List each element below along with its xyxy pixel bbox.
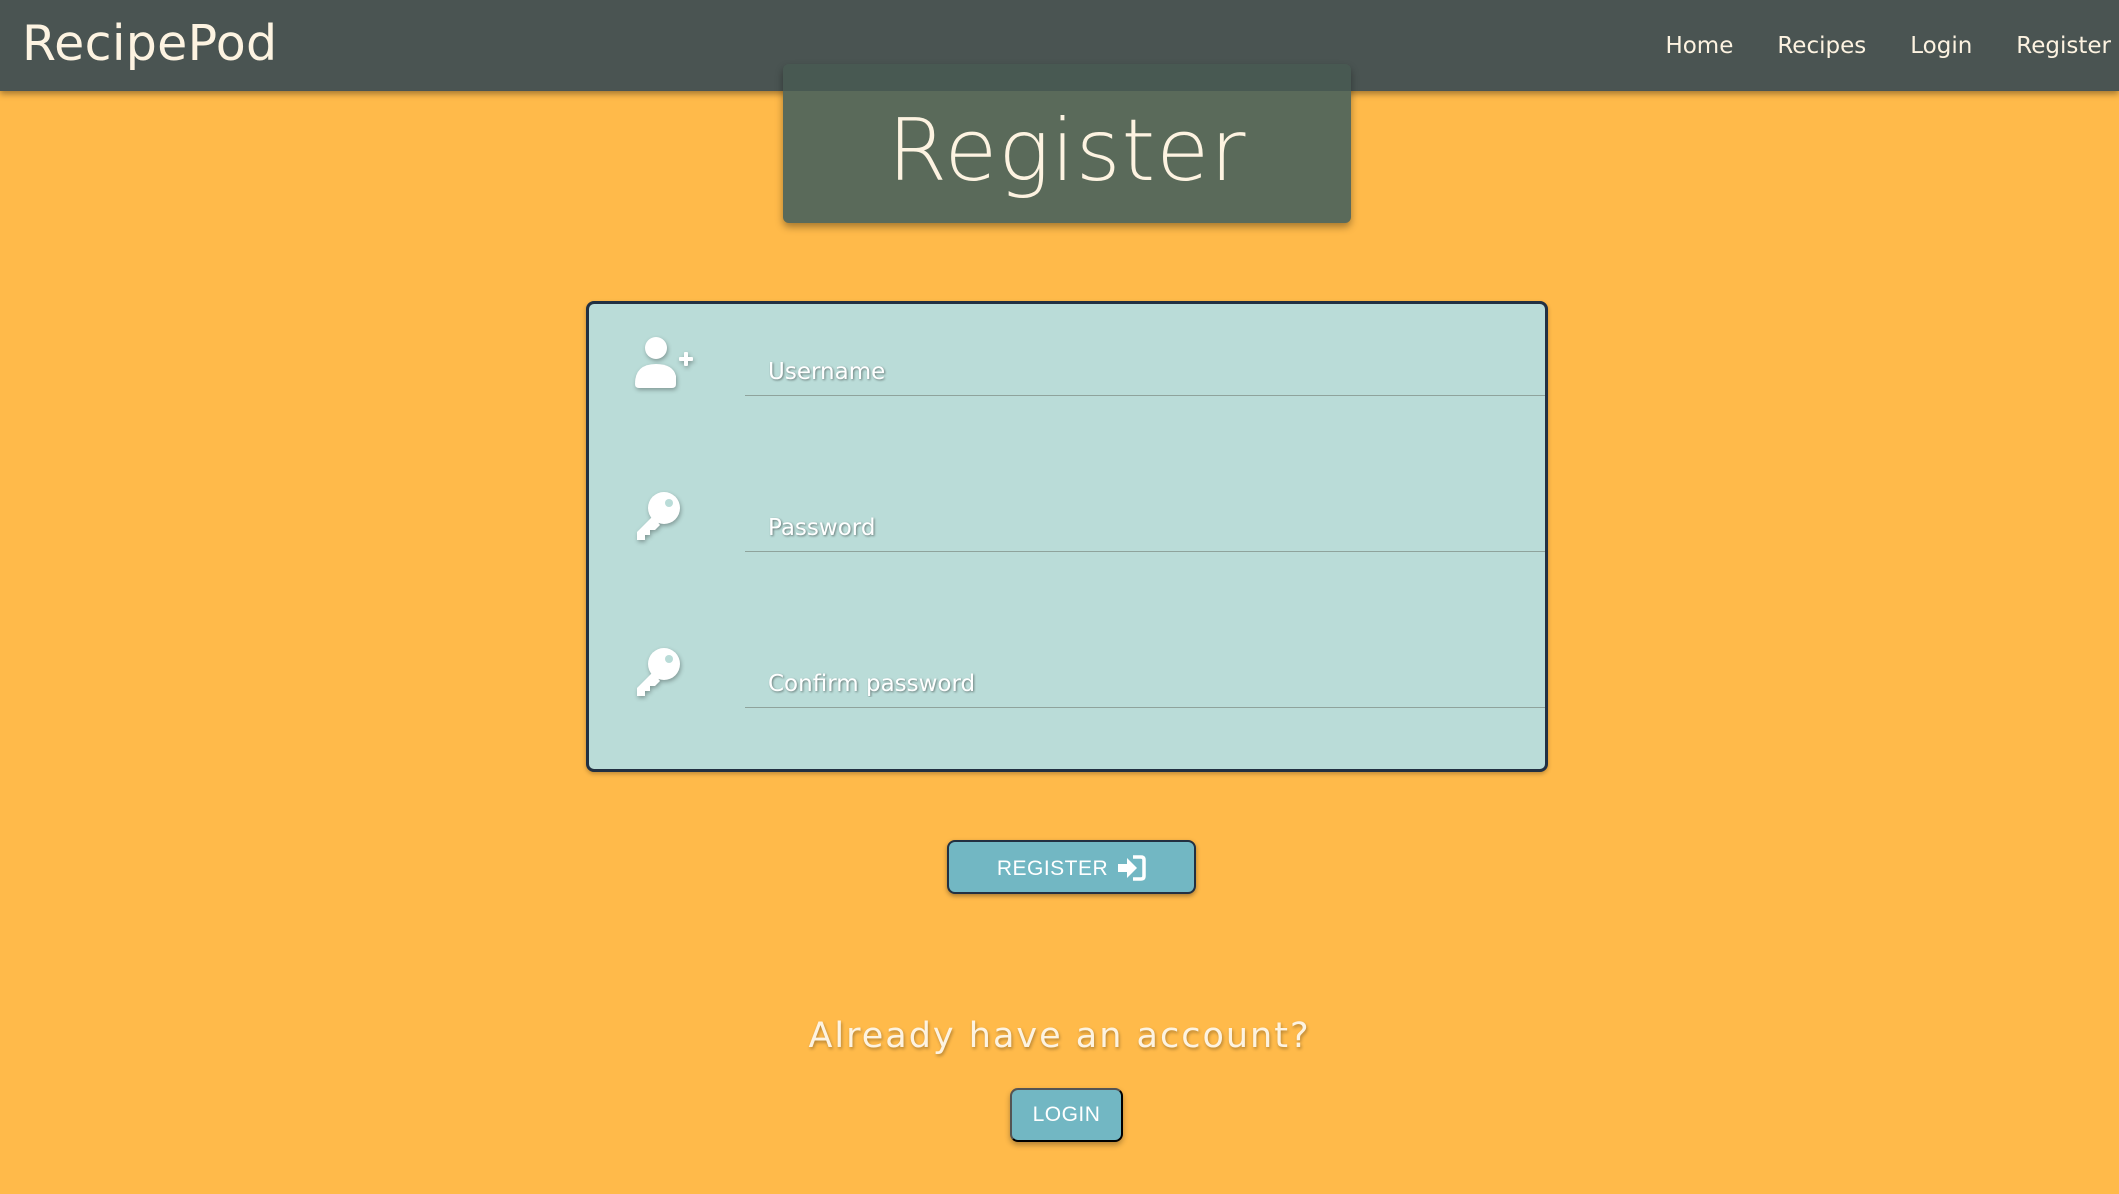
- nav-links: Home Recipes Login Register: [1621, 0, 2111, 91]
- confirm-password-field-group: [633, 646, 1545, 716]
- register-button[interactable]: REGISTER: [947, 840, 1196, 894]
- brand-logo[interactable]: RecipePod: [22, 16, 277, 72]
- page-title-box: Register: [783, 64, 1351, 223]
- nav-link-recipes[interactable]: Recipes: [1777, 33, 1866, 59]
- password-input[interactable]: [745, 504, 1545, 552]
- register-button-label: REGISTER: [996, 857, 1109, 880]
- sign-in-icon: [1118, 855, 1146, 881]
- login-button[interactable]: LOGIN: [1010, 1088, 1123, 1142]
- username-input[interactable]: [745, 348, 1545, 396]
- key-icon: [633, 490, 695, 546]
- login-button-label: LOGIN: [1032, 1103, 1101, 1126]
- nav-link-home[interactable]: Home: [1665, 33, 1733, 59]
- page-title: Register: [887, 100, 1247, 201]
- nav-link-register[interactable]: Register: [2016, 33, 2111, 59]
- register-form: [586, 301, 1548, 772]
- user-plus-icon: [633, 334, 695, 390]
- already-have-account-text: Already have an account?: [808, 1016, 1311, 1056]
- confirm-password-input[interactable]: [745, 660, 1545, 708]
- nav-link-login[interactable]: Login: [1910, 33, 1972, 59]
- username-field-group: [633, 334, 1545, 404]
- key-icon: [633, 646, 695, 702]
- password-field-group: [633, 490, 1545, 560]
